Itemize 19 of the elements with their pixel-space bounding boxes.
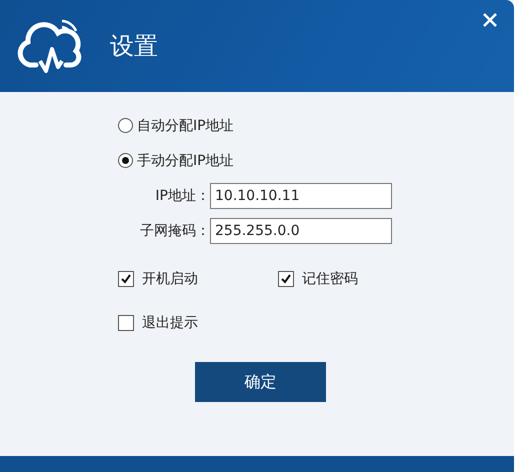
- close-icon: [482, 12, 498, 28]
- checkbox[interactable]: [278, 271, 294, 287]
- input-field[interactable]: 10.10.10.11: [210, 182, 392, 208]
- window-title: 设置: [110, 31, 158, 62]
- input-field[interactable]: 255.255.0.0: [210, 218, 392, 244]
- radio-label: 手动分配IP地址: [137, 152, 234, 170]
- checkbox[interactable]: [118, 271, 134, 287]
- checkbox-label: 退出提示: [142, 314, 198, 332]
- radio-circle[interactable]: [118, 118, 133, 133]
- confirm-button[interactable]: 确定: [195, 362, 326, 402]
- radio-option[interactable]: 手动分配IP地址: [118, 143, 514, 178]
- checkbox-label: 开机启动: [142, 270, 198, 288]
- checkbox[interactable]: [118, 315, 134, 331]
- radio-option[interactable]: 自动分配IP地址: [118, 108, 514, 143]
- field-label: IP地址：: [154, 186, 210, 204]
- checkbox-label: 记住密码: [302, 270, 358, 288]
- radio-label: 自动分配IP地址: [137, 116, 234, 134]
- field-label: 子网掩码：: [139, 222, 210, 240]
- radio-circle[interactable]: [118, 153, 133, 168]
